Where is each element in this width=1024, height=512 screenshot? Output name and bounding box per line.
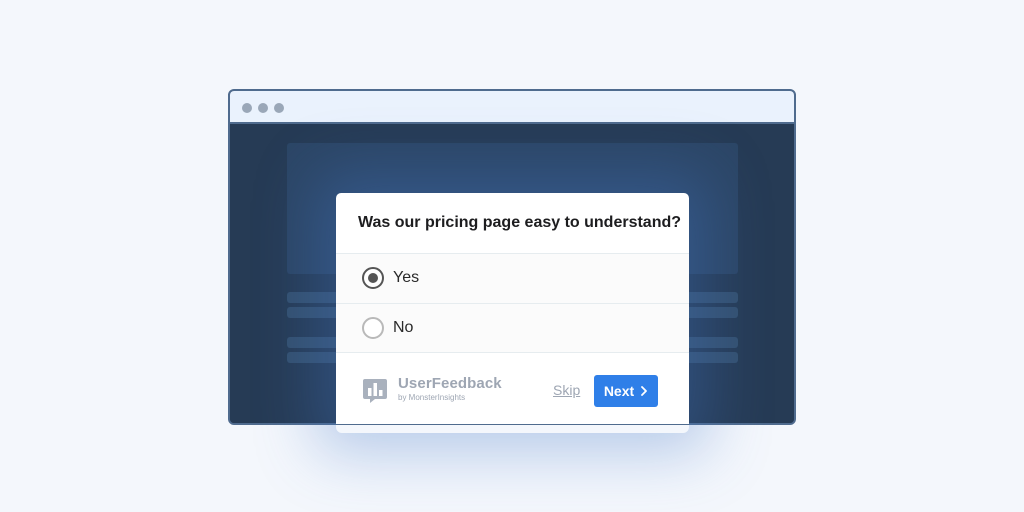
brand-name: UserFeedback — [398, 375, 502, 392]
survey-question: Was our pricing page easy to understand? — [358, 214, 682, 231]
option-label: No — [393, 319, 414, 336]
survey-option-yes[interactable]: Yes — [336, 253, 689, 303]
browser-titlebar — [230, 91, 794, 124]
brand-subtitle: by MonsterInsights — [398, 393, 466, 402]
window-dot-icon — [274, 103, 284, 113]
skip-link[interactable]: Skip — [553, 382, 580, 398]
survey-popup: Was our pricing page easy to understand?… — [336, 193, 689, 424]
window-dot-icon — [258, 103, 268, 113]
next-button-label: Next — [603, 383, 635, 399]
radio-unchecked-icon[interactable] — [362, 317, 384, 339]
option-label: Yes — [393, 269, 420, 286]
chevron-right-icon — [641, 386, 648, 396]
next-button[interactable]: Next — [594, 375, 658, 407]
survey-footer: UserFeedback by MonsterInsights Skip Nex… — [336, 354, 689, 424]
bar-chart-speech-icon — [363, 379, 387, 403]
window-dot-icon — [242, 103, 252, 113]
radio-checked-icon[interactable] — [362, 267, 384, 289]
survey-option-no[interactable]: No — [336, 303, 689, 353]
